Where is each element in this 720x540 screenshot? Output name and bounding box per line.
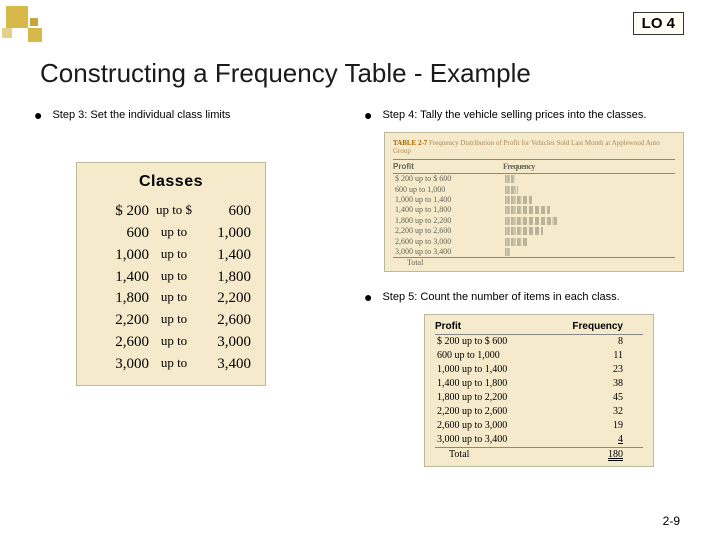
class-row: 1,800up to2,200 (91, 288, 251, 310)
tally-row: 1,800 up to 2,200|||| |||| |||| |||| |||… (393, 216, 675, 226)
step3-text: Step 3: Set the individual class limits (52, 108, 334, 122)
classes-table: Classes $ 200up to $600 600up to1,000 1,… (76, 162, 266, 386)
page-number: 2-9 (663, 514, 680, 528)
tally-header-freq: Frequency (503, 160, 675, 174)
class-row: $ 200up to $600 (91, 201, 251, 223)
tally-table: TABLE 2-7 Frequency Distribution of Prof… (384, 132, 684, 272)
tally-row: 2,600 up to 3,000|||| |||| |||| |||| (393, 237, 675, 247)
class-row: 2,600up to3,000 (91, 332, 251, 354)
classes-header: Classes (91, 173, 251, 191)
freq-row: 600 up to 1,00011 (435, 349, 643, 363)
slide-body: ● Step 3: Set the individual class limit… (34, 108, 700, 510)
class-row: 1,400up to1,800 (91, 267, 251, 289)
step3-bullet: ● Step 3: Set the individual class limit… (34, 108, 334, 122)
tally-caption: TABLE 2-7 Frequency Distribution of Prof… (393, 139, 675, 155)
class-row: 600up to1,000 (91, 223, 251, 245)
freq-row: $ 200 up to $ 6008 (435, 335, 643, 350)
tally-row: 600 up to 1,000|||| |||| | (393, 185, 675, 195)
tally-total: Total (393, 258, 675, 269)
class-row: 1,000up to1,400 (91, 245, 251, 267)
freq-row: 2,200 up to 2,60032 (435, 405, 643, 419)
tally-row: 3,000 up to 3,400|||| (393, 247, 675, 258)
tally-row: $ 200 up to $ 600|||| ||| (393, 174, 675, 185)
learning-objective-badge: LO 4 (633, 12, 684, 35)
step5-text: Step 5: Count the number of items in eac… (382, 290, 704, 304)
slide-decoration (0, 0, 60, 60)
tally-header-profit: Profit (393, 160, 503, 174)
tally-row: 2,200 up to 2,600|||| |||| |||| |||| |||… (393, 226, 675, 236)
frequency-table: ProfitFrequency $ 200 up to $ 6008 600 u… (424, 314, 654, 467)
bullet-icon: ● (364, 290, 372, 304)
bullet-icon: ● (34, 108, 42, 122)
left-column: ● Step 3: Set the individual class limit… (34, 108, 334, 386)
step5-bullet: ● Step 5: Count the number of items in e… (364, 290, 704, 304)
class-row: 2,200up to2,600 (91, 310, 251, 332)
tally-row: 1,400 up to 1,800|||| |||| |||| |||| |||… (393, 205, 675, 215)
slide-title: Constructing a Frequency Table - Example (40, 58, 531, 89)
freq-row: 2,600 up to 3,00019 (435, 419, 643, 433)
freq-row: 1,400 up to 1,80038 (435, 377, 643, 391)
step4-bullet: ● Step 4: Tally the vehicle selling pric… (364, 108, 704, 122)
right-column: ● Step 4: Tally the vehicle selling pric… (364, 108, 704, 467)
freq-row: 1,000 up to 1,40023 (435, 363, 643, 377)
freq-header-profit: Profit (435, 319, 565, 335)
class-row: 3,000up to3,400 (91, 354, 251, 376)
tally-row: 1,000 up to 1,400|||| |||| |||| |||| ||| (393, 195, 675, 205)
freq-total: Total180 (435, 448, 643, 463)
step4-text: Step 4: Tally the vehicle selling prices… (382, 108, 704, 122)
freq-row: 3,000 up to 3,4004 (435, 433, 643, 448)
freq-header-freq: Frequency (565, 319, 643, 335)
bullet-icon: ● (364, 108, 372, 122)
freq-row: 1,800 up to 2,20045 (435, 391, 643, 405)
